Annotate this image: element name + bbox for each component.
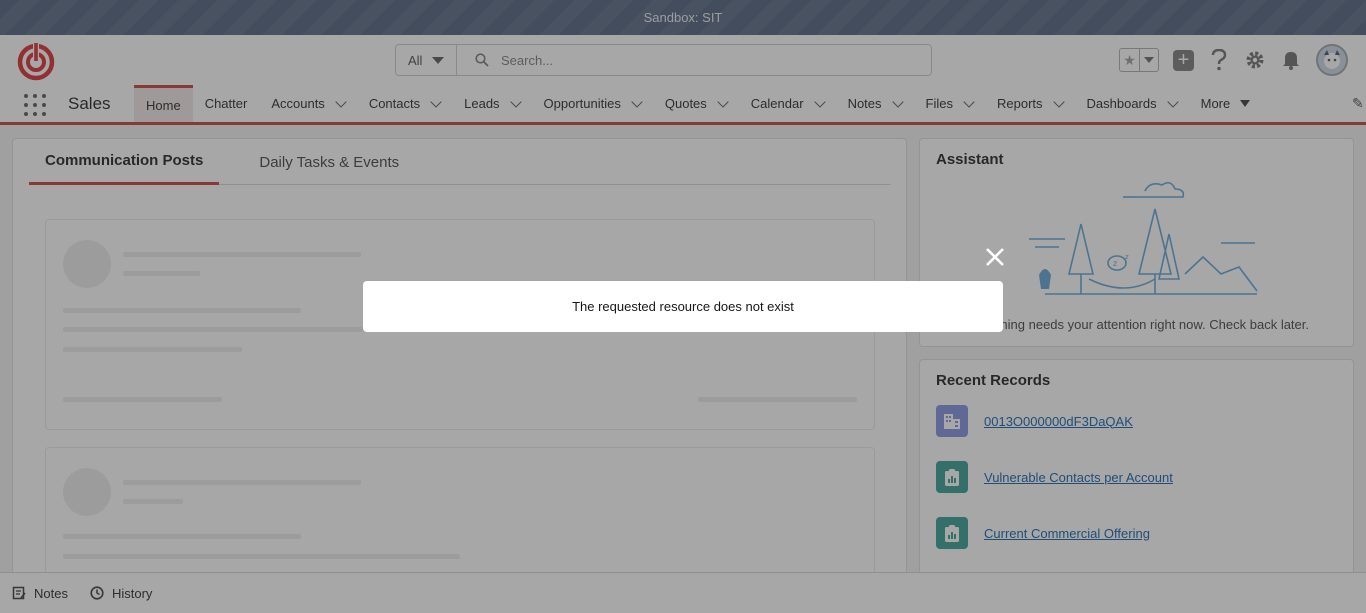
- close-icon[interactable]: [983, 245, 1007, 269]
- error-modal: The requested resource does not exist: [363, 281, 1003, 332]
- error-message: The requested resource does not exist: [572, 299, 794, 314]
